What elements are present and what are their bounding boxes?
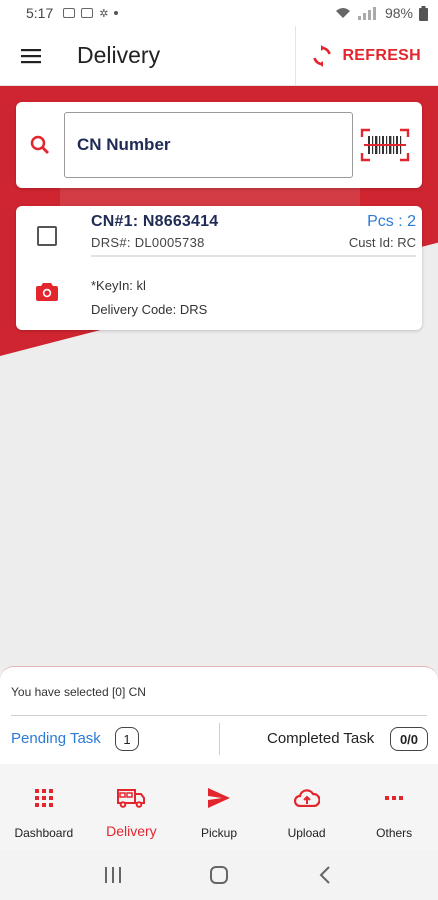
refresh-icon	[313, 44, 332, 67]
refresh-label: REFRESH	[342, 46, 421, 64]
search-card	[16, 102, 422, 188]
cloud-upload-icon	[293, 786, 320, 810]
notification-icons: ✲	[63, 7, 119, 20]
home-button[interactable]	[199, 855, 239, 895]
recents-button[interactable]	[93, 855, 133, 895]
barcode-scan-button[interactable]	[353, 128, 417, 162]
signal-icon	[357, 6, 376, 20]
nav-upload[interactable]: Upload	[263, 764, 351, 850]
pending-task-tab[interactable]: Pending Task	[11, 730, 101, 747]
status-bar: 5:17 ✲ 98%	[0, 0, 438, 26]
back-icon	[319, 866, 330, 884]
grid-icon	[34, 786, 53, 810]
search-icon	[16, 135, 64, 155]
task-divider	[219, 723, 220, 755]
camera-button[interactable]	[36, 282, 58, 306]
battery-icon	[419, 5, 428, 21]
cn-number: CN#1: N8663414	[91, 213, 219, 230]
nav-dashboard[interactable]: Dashboard	[0, 764, 88, 850]
system-nav-bar	[0, 850, 438, 900]
battery-text: 98%	[384, 5, 413, 21]
main-content: CN#1: N8663414 Pcs : 2 DRS#: DL0005738 C…	[0, 86, 438, 666]
cn-list-item[interactable]: CN#1: N8663414 Pcs : 2 DRS#: DL0005738 C…	[16, 206, 422, 330]
delivery-code: Delivery Code: DRS	[91, 302, 208, 317]
truck-icon	[116, 786, 146, 810]
completed-task-tab[interactable]: Completed Task	[267, 730, 374, 747]
hamburger-icon	[21, 48, 41, 63]
page-title: Delivery	[77, 42, 161, 68]
card-divider	[91, 255, 416, 257]
camera-icon	[36, 283, 58, 301]
bottom-nav: Dashboard Delivery Pickup Upload Others	[0, 764, 438, 850]
wifi-icon	[335, 8, 350, 18]
nav-pickup[interactable]: Pickup	[175, 764, 263, 850]
selection-panel: You have selected [0] CN Pending Task 1 …	[0, 666, 438, 764]
nav-delivery[interactable]: Delivery	[88, 764, 176, 850]
status-time: 5:17	[26, 5, 54, 21]
completed-count-badge: 0/0	[390, 727, 428, 751]
more-icon	[385, 786, 404, 810]
keyin-text: *KeyIn: kl	[91, 278, 146, 293]
barcode-scan-icon	[360, 128, 410, 162]
nav-delivery-label: Delivery	[106, 823, 157, 839]
back-button[interactable]	[305, 855, 345, 895]
app-bar: Delivery REFRESH	[0, 25, 438, 86]
nav-dashboard-label: Dashboard	[14, 826, 74, 840]
cn-checkbox[interactable]	[37, 226, 57, 246]
nav-pickup-label: Pickup	[200, 826, 237, 840]
settings-icon: ✲	[99, 7, 109, 20]
nav-upload-label: Upload	[287, 826, 326, 840]
selected-count-text: You have selected [0] CN	[11, 685, 146, 699]
pending-count-badge: 1	[115, 727, 139, 751]
nav-others[interactable]: Others	[350, 764, 438, 850]
send-icon	[207, 786, 230, 810]
youtube-icon	[81, 8, 94, 18]
drs-number: DRS#: DL0005738	[91, 235, 205, 250]
pieces-count: Pcs : 2	[367, 213, 416, 230]
cn-number-input[interactable]	[64, 112, 353, 178]
panel-divider	[11, 715, 427, 716]
gallery-icon	[63, 8, 76, 18]
home-icon	[210, 866, 228, 884]
menu-button[interactable]	[0, 26, 62, 86]
customer-id: Cust Id: RC	[348, 235, 416, 250]
recents-icon	[105, 867, 121, 883]
nav-others-label: Others	[376, 826, 413, 840]
refresh-button[interactable]: REFRESH	[295, 25, 438, 86]
dot-icon	[114, 11, 119, 15]
